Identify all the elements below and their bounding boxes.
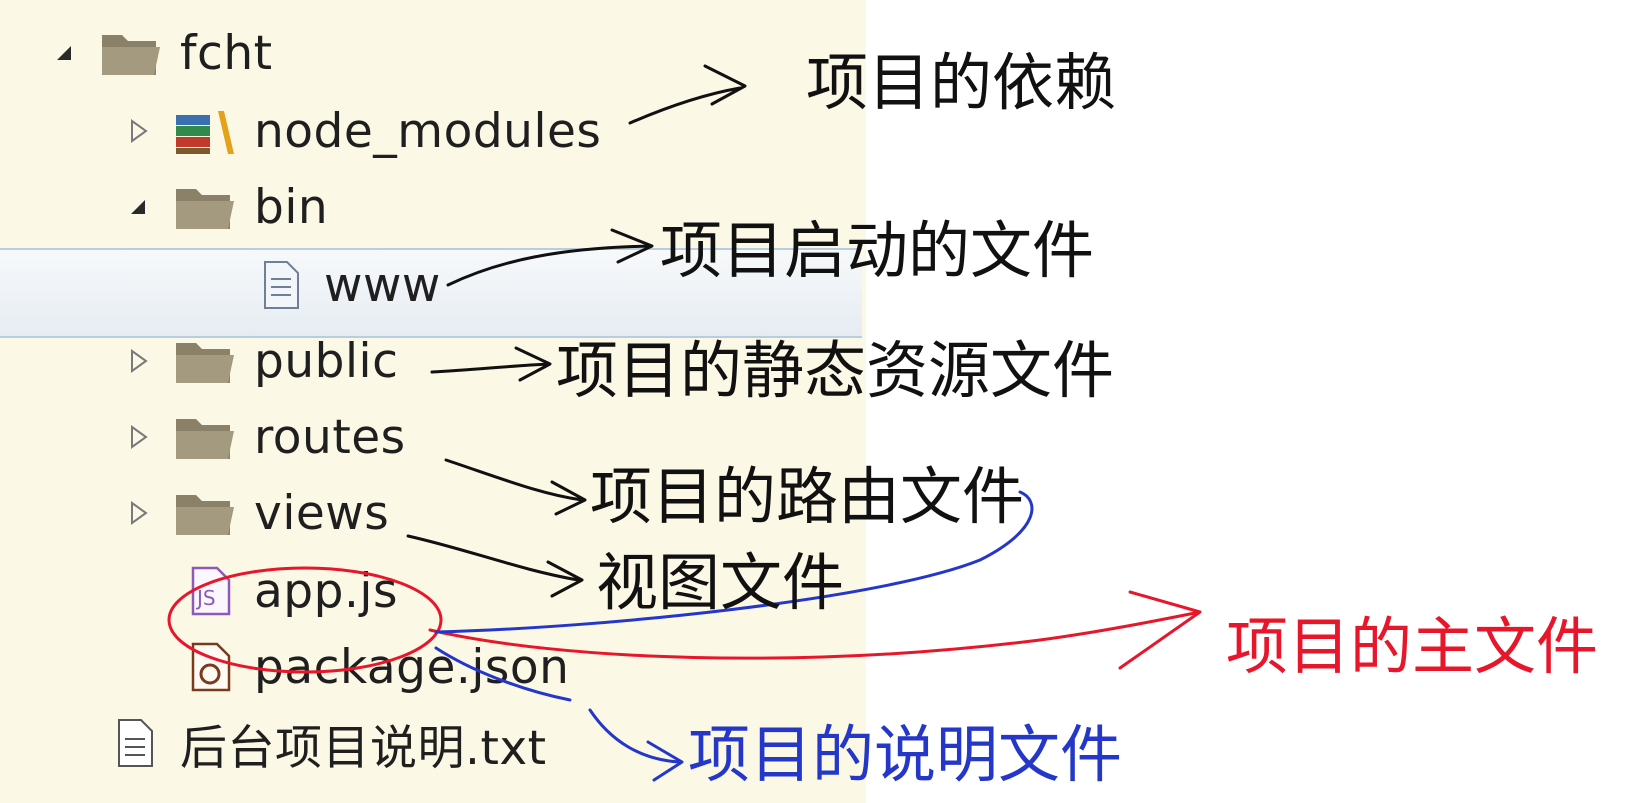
annotation-main: 项目的主文件 (1226, 610, 1599, 683)
annotation-manifest: 项目的说明文件 (688, 718, 1123, 791)
annotation-routes: 项目的路由文件 (590, 460, 1025, 533)
arrow-startup (446, 228, 654, 287)
arrow-dependencies (628, 64, 747, 125)
annotation-startup: 项目启动的文件 (660, 214, 1095, 287)
arrow-views (406, 534, 584, 598)
arrow-static (430, 346, 552, 382)
pointer-package-json (434, 646, 572, 702)
annotation-dependencies: 项目的依赖 (806, 46, 1117, 119)
arrow-manifest (588, 708, 684, 782)
highlight-circle-app-js (167, 566, 443, 674)
annotation-static: 项目的静态资源文件 (556, 334, 1115, 407)
arrow-routes (444, 458, 587, 516)
annotation-views: 视图文件 (596, 546, 845, 619)
